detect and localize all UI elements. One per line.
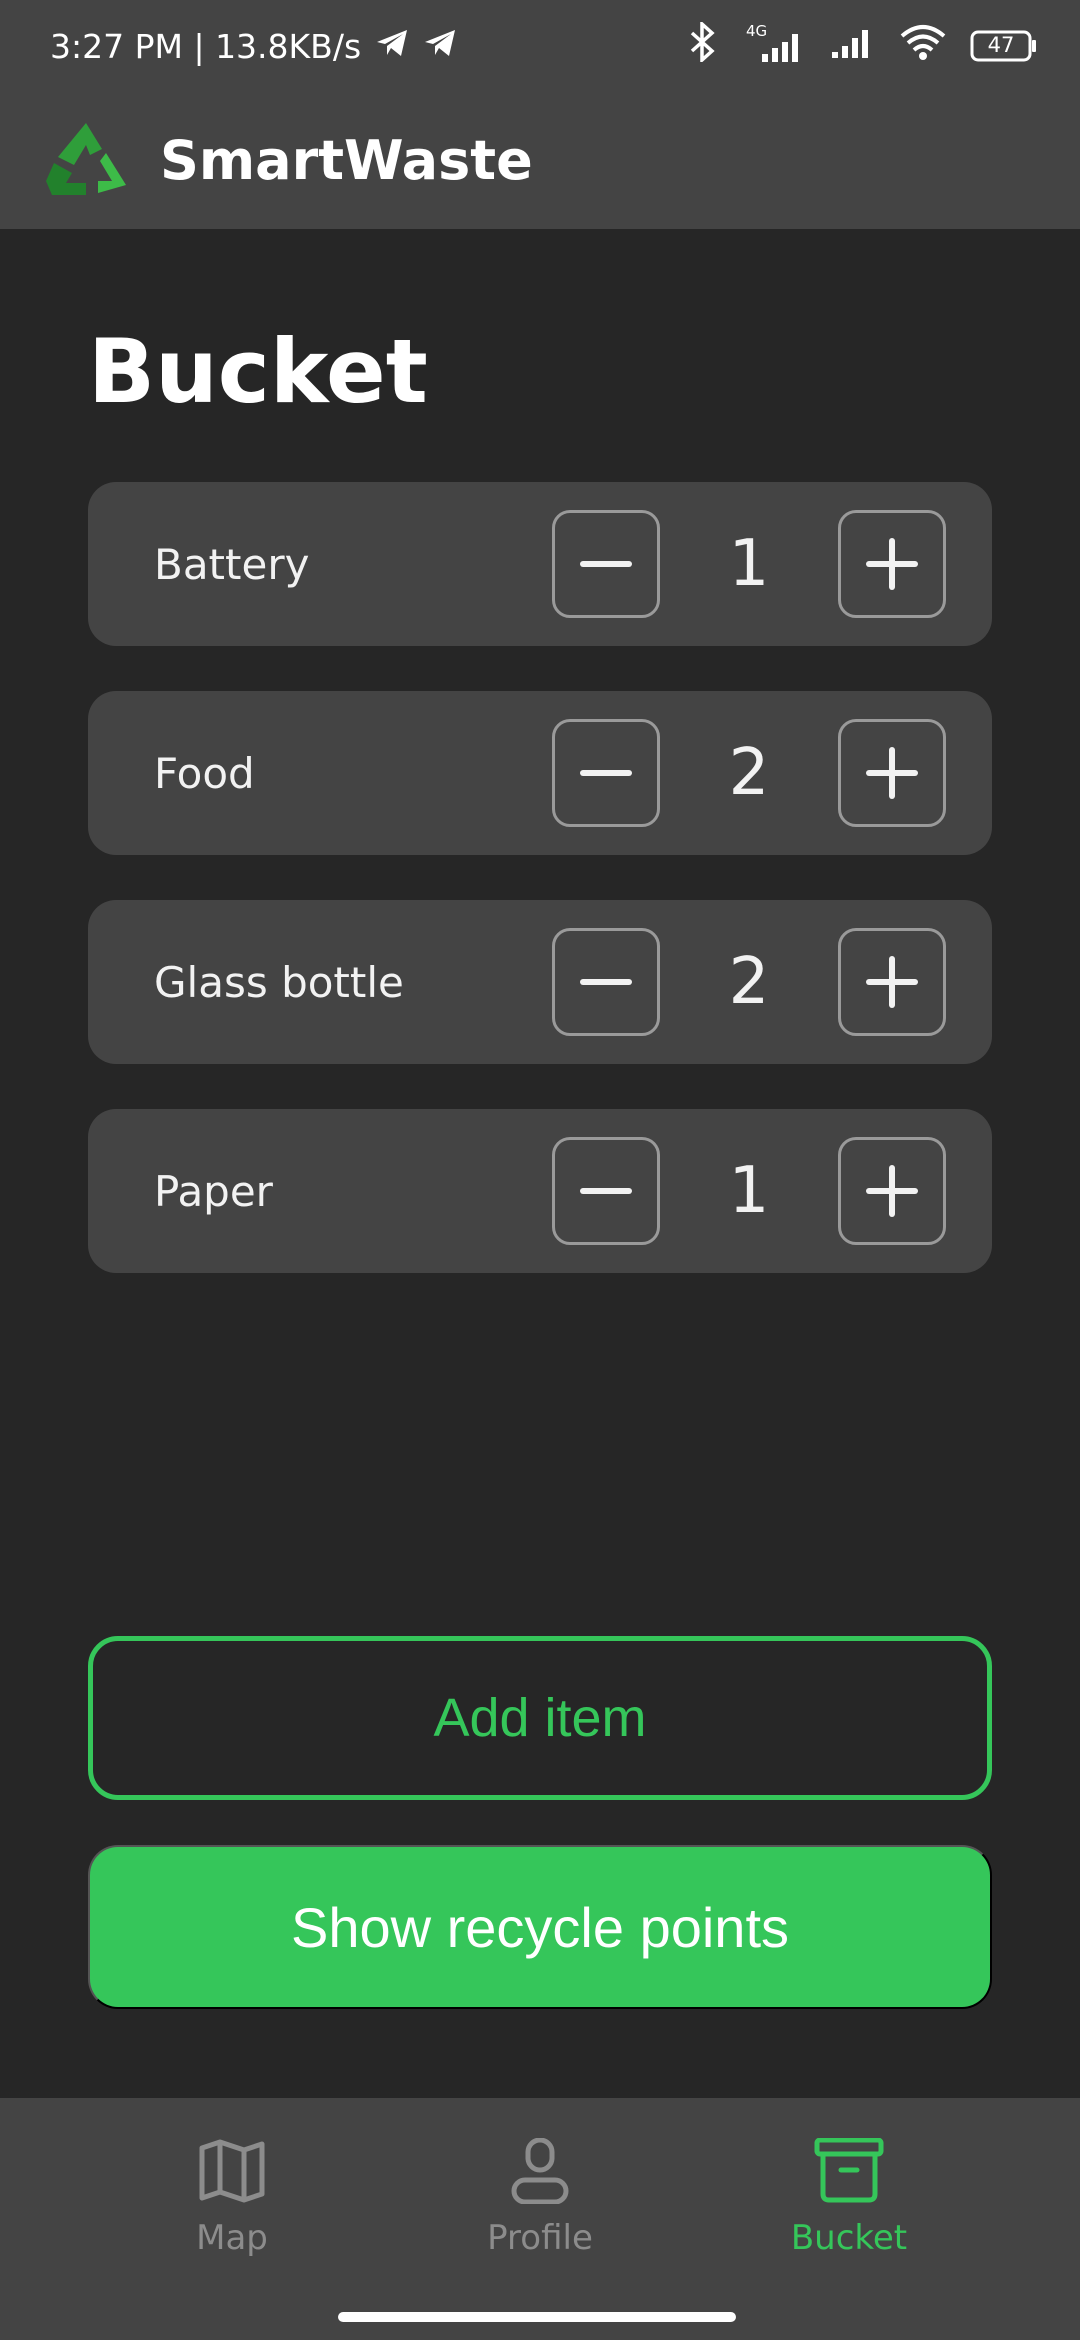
bottom-navigation: Map Profile Bucket <box>0 2098 1080 2340</box>
nav-item-map[interactable]: Map <box>82 2138 382 2258</box>
decrement-button[interactable] <box>552 510 660 618</box>
list-item: Paper 1 <box>88 1109 992 1273</box>
item-label: Food <box>154 748 255 798</box>
app-title: SmartWaste <box>160 129 533 192</box>
minus-icon <box>580 979 632 985</box>
item-label: Glass bottle <box>154 957 404 1007</box>
map-icon <box>199 2139 265 2203</box>
item-quantity: 2 <box>728 945 770 1019</box>
nav-item-bucket[interactable]: Bucket <box>699 2138 999 2258</box>
recycle-icon <box>42 119 130 203</box>
plus-icon <box>866 538 918 590</box>
plus-icon <box>866 747 918 799</box>
user-icon <box>511 2138 569 2204</box>
list-item: Battery 1 <box>88 482 992 646</box>
telegram-icon <box>423 27 457 66</box>
battery-level: 47 <box>987 33 1015 57</box>
item-label: Battery <box>154 539 310 589</box>
status-time-speed: 3:27 PM | 13.8KB/s <box>50 26 362 66</box>
plus-icon <box>866 956 918 1008</box>
cellular-4g-icon: 4G <box>740 22 806 66</box>
status-bar: 3:27 PM | 13.8KB/s 4G 47 <box>0 0 1080 92</box>
battery-icon: 47 <box>970 29 1038 63</box>
nav-item-profile[interactable]: Profile <box>390 2138 690 2258</box>
increment-button[interactable] <box>838 1137 946 1245</box>
status-bar-left: 3:27 PM | 13.8KB/s <box>50 27 457 66</box>
increment-button[interactable] <box>838 719 946 827</box>
home-indicator[interactable] <box>338 2312 736 2322</box>
telegram-icon <box>375 27 409 66</box>
minus-icon <box>580 770 632 776</box>
decrement-button[interactable] <box>552 928 660 1036</box>
bucket-item-list: Battery 1 Food 2 Glass bottle 2 Paper 1 <box>88 482 992 1318</box>
decrement-button[interactable] <box>552 719 660 827</box>
nav-label-profile: Profile <box>487 2218 593 2258</box>
item-quantity: 2 <box>728 736 770 810</box>
increment-button[interactable] <box>838 510 946 618</box>
archive-box-icon <box>814 2138 884 2203</box>
app-bar: SmartWaste <box>0 92 1080 229</box>
plus-icon <box>866 1165 918 1217</box>
list-item: Food 2 <box>88 691 992 855</box>
bluetooth-icon <box>688 20 718 70</box>
cellular-signal-icon <box>828 22 876 70</box>
item-quantity: 1 <box>728 1154 770 1228</box>
status-bar-right: 4G 47 <box>688 20 1038 70</box>
minus-icon <box>580 1188 632 1194</box>
decrement-button[interactable] <box>552 1137 660 1245</box>
add-item-button[interactable]: Add item <box>88 1636 992 1800</box>
list-item: Glass bottle 2 <box>88 900 992 1064</box>
page-title: Bucket <box>88 320 428 423</box>
nav-label-map: Map <box>196 2218 268 2258</box>
show-recycle-points-button[interactable]: Show recycle points <box>88 1845 992 2009</box>
increment-button[interactable] <box>838 928 946 1036</box>
item-quantity: 1 <box>728 527 770 601</box>
item-label: Paper <box>154 1166 273 1216</box>
minus-icon <box>580 561 632 567</box>
nav-label-bucket: Bucket <box>790 2218 908 2258</box>
wifi-icon <box>898 22 948 70</box>
